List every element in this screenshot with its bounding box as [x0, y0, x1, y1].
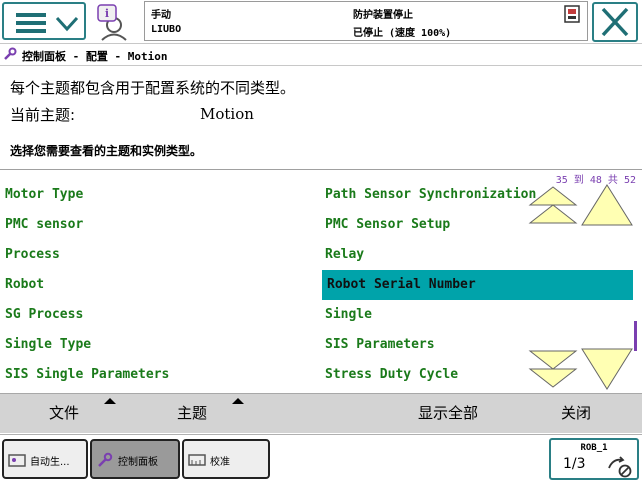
robot-status-icon: [608, 456, 632, 478]
list-item-robot[interactable]: Robot: [0, 270, 320, 300]
top-header: i 手动 LIUBO 防护装置停止 已停止 (速度 100%): [0, 0, 642, 44]
menu-up-arrow-icon: [104, 398, 116, 404]
file-menu-label: 文件: [48, 404, 79, 422]
list-item-sis-single-parameters[interactable]: SIS Single Parameters: [0, 360, 320, 390]
instruction-text: 选择您需要查看的主题和实例类型。: [10, 144, 203, 158]
control-panel-icon: [4, 47, 17, 60]
scroll-down-icon[interactable]: [526, 347, 580, 391]
command-bar: 文件 主题 显示全部 关闭: [0, 393, 642, 433]
close-view-button[interactable]: 关闭: [512, 394, 640, 434]
show-all-label: 显示全部: [417, 404, 478, 422]
close-view-label: 关闭: [560, 404, 591, 422]
list-item-sg-process[interactable]: SG Process: [0, 300, 320, 330]
auto-production-icon: [8, 454, 26, 467]
safety-state: 防护装置停止: [353, 10, 413, 21]
scrollbar[interactable]: [634, 321, 637, 351]
list-item-process[interactable]: Process: [0, 240, 320, 270]
mechanical-unit-count: 1/3: [563, 456, 586, 472]
current-topic-value: Motion: [200, 105, 254, 123]
breadcrumb: 控制面板 - 配置 - Motion: [22, 50, 168, 63]
abb-menu-button[interactable]: [2, 2, 86, 40]
status-panel[interactable]: 手动 LIUBO 防护装置停止 已停止 (速度 100%): [144, 1, 588, 41]
task-label: 自动生...: [30, 457, 70, 468]
program-state: 已停止 (速度 100%): [353, 28, 452, 39]
operating-mode: 手动: [151, 10, 171, 21]
close-x-icon: [601, 7, 629, 37]
list-item-robot-serial-number[interactable]: Robot Serial Number: [322, 270, 633, 300]
show-all-button[interactable]: 显示全部: [384, 394, 512, 434]
close-button[interactable]: [592, 2, 638, 42]
topic-menu-label: 主题: [176, 404, 207, 422]
task-control-panel[interactable]: 控制面板: [90, 439, 180, 479]
svg-text:i: i: [105, 7, 109, 20]
menu-up-arrow-icon: [232, 398, 244, 404]
list-item-relay[interactable]: Relay: [320, 240, 633, 270]
control-panel-icon: [98, 452, 113, 467]
breadcrumb-bar: 控制面板 - 配置 - Motion: [0, 44, 642, 66]
task-calibration[interactable]: 校准: [182, 439, 270, 479]
scroll-down-icon[interactable]: [580, 347, 634, 391]
list-item-pmc-sensor[interactable]: PMC sensor: [0, 210, 320, 240]
current-topic-label: 当前主题:: [10, 106, 76, 124]
user-info-icon[interactable]: i: [96, 3, 136, 41]
operating-mode-icon: [564, 5, 580, 23]
list-item-motor-type[interactable]: Motor Type: [0, 180, 320, 210]
task-label: 校准: [210, 457, 230, 468]
taskbar: 自动生... 控制面板 校准 ROB_1 1/3: [0, 434, 642, 482]
topic-menu-button[interactable]: 主题: [128, 394, 256, 434]
list-item-single[interactable]: Single: [320, 300, 633, 330]
hamburger-menu-icon: [16, 13, 46, 33]
task-auto-production[interactable]: 自动生...: [2, 439, 88, 479]
chevron-down-icon: [55, 16, 79, 32]
calibration-icon: [188, 454, 206, 466]
quickset-robot-button[interactable]: ROB_1 1/3: [549, 438, 639, 480]
task-label: 控制面板: [118, 457, 158, 468]
description-text: 每个主题都包含用于配置系统的不同类型。: [10, 79, 296, 97]
list-item-single-type[interactable]: Single Type: [0, 330, 320, 360]
scroll-up-icon[interactable]: [580, 183, 634, 227]
robot-name: ROB_1: [580, 443, 608, 453]
file-menu-button[interactable]: 文件: [0, 394, 128, 434]
scroll-up-icon[interactable]: [526, 183, 580, 227]
controller-name: LIUBO: [151, 24, 182, 35]
type-list: 35 到 48 共 52 Motor Type PMC sensor Proce…: [0, 171, 642, 393]
description-panel: 每个主题都包含用于配置系统的不同类型。 当前主题: Motion 选择您需要查看…: [0, 66, 642, 170]
